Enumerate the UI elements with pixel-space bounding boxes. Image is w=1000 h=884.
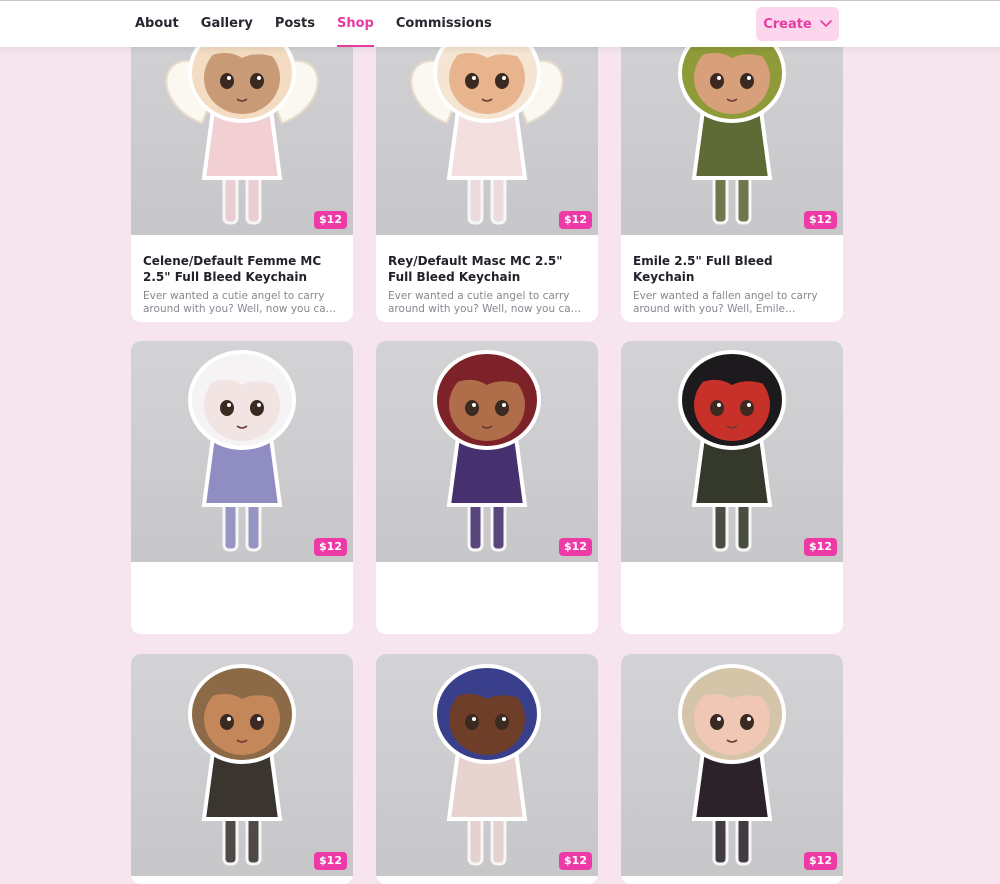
- product-card[interactable]: $12: [376, 654, 598, 884]
- product-card[interactable]: $12 Emile 2.5" Full Bleed Keychain Ever wa…: [621, 0, 843, 322]
- product-title[interactable]: Emile 2.5" Full Bleed Keychain: [633, 253, 831, 285]
- product-card[interactable]: $12 Rey/Default Masc MC 2.5" Full Bleed K…: [376, 0, 598, 322]
- character-illustration: [678, 664, 786, 866]
- price-badge: $12: [804, 211, 837, 229]
- product-description: Ever wanted a cutie angel to carry aroun…: [143, 290, 333, 315]
- product-description: Ever wanted a fallen angel to carry arou…: [633, 290, 818, 315]
- product-image[interactable]: $12: [131, 654, 353, 876]
- price-badge: $12: [314, 538, 347, 556]
- product-card[interactable]: $12 Celene/Default Femme MC 2.5" Full Ble…: [131, 0, 353, 322]
- character-illustration: [433, 350, 541, 552]
- price-badge: $12: [314, 852, 347, 870]
- product-title[interactable]: Celene/Default Femme MC 2.5" Full Bleed …: [143, 253, 341, 285]
- nav-tab-about[interactable]: About: [135, 1, 179, 47]
- nav-tab-gallery[interactable]: Gallery: [201, 1, 253, 47]
- product-card[interactable]: $12Wren 2.5" Full Bleed KeychainEver wan…: [621, 341, 843, 634]
- price-badge: $12: [559, 852, 592, 870]
- nav-tab-commissions[interactable]: Commissions: [396, 1, 492, 47]
- product-card[interactable]: $12Lior 2.5" Full Bleed KeychainEver wan…: [376, 341, 598, 634]
- price-badge: $12: [559, 538, 592, 556]
- product-image[interactable]: $12: [621, 654, 843, 876]
- product-description: Ever wanted a cutie angel to carry aroun…: [388, 290, 578, 315]
- character-illustration: [678, 350, 786, 552]
- price-badge: $12: [314, 211, 347, 229]
- character-illustration: [433, 664, 541, 866]
- create-button-label: Create: [763, 16, 812, 32]
- product-image[interactable]: $12: [376, 341, 598, 562]
- price-badge: $12: [804, 538, 837, 556]
- product-title[interactable]: Rey/Default Masc MC 2.5" Full Bleed Keyc…: [388, 253, 586, 285]
- product-card[interactable]: $12Stiles 2.5" Full Bleed KeychainEver w…: [131, 341, 353, 634]
- product-image[interactable]: $12: [621, 341, 843, 562]
- product-card[interactable]: $12: [621, 654, 843, 884]
- nav-tab-shop[interactable]: Shop: [337, 1, 374, 47]
- product-image[interactable]: $12: [376, 654, 598, 876]
- top-navigation-bar: About Gallery Posts Shop Commissions Cre…: [0, 0, 1000, 47]
- character-illustration: [188, 664, 296, 866]
- product-image[interactable]: $12: [131, 341, 353, 562]
- create-button[interactable]: Create: [756, 7, 839, 41]
- price-badge: $12: [559, 211, 592, 229]
- price-badge: $12: [804, 852, 837, 870]
- chevron-down-icon: [819, 20, 832, 27]
- nav-tab-posts[interactable]: Posts: [275, 1, 315, 47]
- profile-nav: About Gallery Posts Shop Commissions: [135, 1, 514, 47]
- product-card[interactable]: $12: [131, 654, 353, 884]
- character-illustration: [188, 350, 296, 552]
